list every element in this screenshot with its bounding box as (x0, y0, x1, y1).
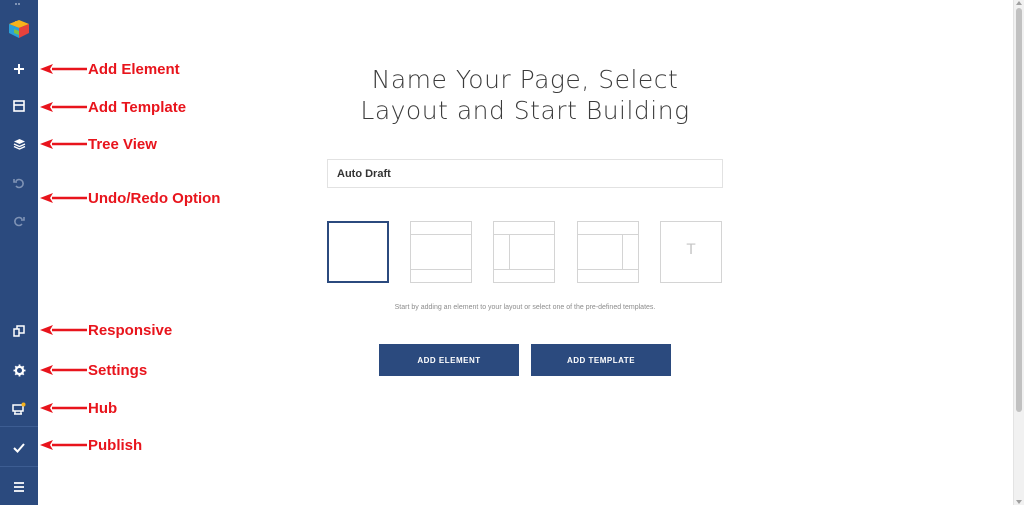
annotation-tree-view: Tree View (38, 133, 157, 155)
layout-theme-template[interactable]: T (660, 221, 722, 283)
sidebar (0, 0, 38, 505)
hamburger-menu-icon (14, 482, 24, 492)
layers-icon (13, 139, 25, 150)
red-arrow-icon (40, 64, 87, 74)
annotation-label: Tree View (88, 135, 157, 153)
template-icon (13, 100, 25, 112)
red-arrow-icon (40, 440, 87, 450)
red-arrow-icon (40, 403, 87, 413)
plus-icon (14, 64, 24, 74)
hub-icon (12, 402, 26, 415)
scrollbar-thumb[interactable] (1016, 8, 1022, 412)
annotation-add-element: Add Element (38, 58, 180, 80)
page-title: Name Your Page, Select Layout and Start … (300, 64, 750, 126)
logo-icon (9, 20, 29, 38)
menu-button[interactable] (0, 472, 38, 502)
annotation-add-template: Add Template (38, 96, 186, 118)
vertical-scrollbar[interactable] (1013, 0, 1024, 505)
drag-handle-icon[interactable] (15, 3, 23, 23)
add-element-main-button[interactable]: ADD ELEMENT (379, 344, 519, 376)
red-arrow-icon (40, 325, 87, 335)
layout-blank[interactable] (327, 221, 389, 283)
undo-icon (13, 178, 24, 189)
settings-button[interactable] (0, 355, 38, 385)
annotation-label: Add Template (88, 98, 187, 116)
add-template-button[interactable] (0, 91, 38, 121)
annotation-label: Hub (88, 399, 118, 417)
undo-button[interactable] (0, 168, 38, 198)
annotation-undo-redo: Undo/Redo Option (38, 187, 220, 209)
annotation-label: Settings (88, 361, 148, 379)
check-icon (13, 442, 25, 453)
page-name-input[interactable] (327, 159, 723, 188)
annotation-responsive: Responsive (38, 319, 172, 341)
annotation-label: Publish (88, 436, 143, 454)
page-title-line: Name Your Page, Select (371, 65, 679, 94)
red-arrow-icon (40, 102, 87, 112)
red-arrow-icon (40, 193, 87, 203)
annotation-publish: Publish (38, 434, 142, 456)
annotation-hub: Hub (38, 397, 117, 419)
annotation-label: Undo/Redo Option (88, 189, 221, 207)
hint-text: Start by adding an element to your layou… (394, 304, 656, 311)
redo-button[interactable] (0, 206, 38, 236)
page-title-line: Layout and Start Building (360, 96, 690, 125)
publish-button[interactable] (0, 432, 38, 462)
tree-view-button[interactable] (0, 129, 38, 159)
layout-header-footer[interactable] (410, 221, 472, 283)
annotation-label: Add Element (88, 60, 180, 78)
layout-right-sidebar[interactable] (577, 221, 639, 283)
scroll-down-arrow-icon[interactable] (1016, 500, 1022, 504)
add-element-button[interactable] (0, 54, 38, 84)
red-arrow-icon (40, 365, 87, 375)
gear-icon (13, 364, 25, 376)
responsive-button[interactable] (0, 316, 38, 346)
add-template-main-button[interactable]: ADD TEMPLATE (531, 344, 671, 376)
scroll-up-arrow-icon[interactable] (1016, 1, 1022, 5)
redo-icon (14, 216, 25, 227)
annotation-label: Responsive (88, 321, 173, 339)
layout-left-sidebar[interactable] (493, 221, 555, 283)
red-arrow-icon (40, 139, 87, 149)
theme-template-label: T (686, 242, 696, 258)
annotation-settings: Settings (38, 359, 147, 381)
hub-button[interactable] (0, 393, 38, 423)
responsive-icon (13, 325, 25, 337)
